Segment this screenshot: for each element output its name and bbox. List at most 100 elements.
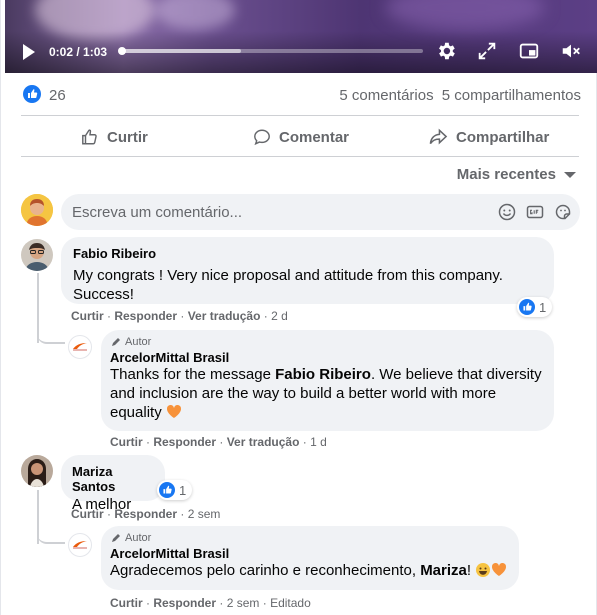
reply-timestamp[interactable]: 1 d xyxy=(310,435,327,449)
grinning-face-icon xyxy=(475,562,491,579)
divider xyxy=(21,115,579,116)
pencil-icon xyxy=(112,338,120,346)
video-time-total: 1:03 xyxy=(83,45,108,59)
commenter-avatar[interactable] xyxy=(21,455,53,487)
commenter-avatar[interactable] xyxy=(21,239,53,271)
reply-author-name[interactable]: ArcelorMittal Brasil xyxy=(110,546,510,561)
reply-actions: Curtir · Responder · Ver tradução · 1 d xyxy=(110,435,327,449)
reply-text-part: ! xyxy=(466,562,472,579)
volume-muted-icon[interactable] xyxy=(560,40,582,62)
reply-text-part: Agradecemos pelo carinho e reconheciment… xyxy=(110,562,421,579)
gif-icon[interactable] xyxy=(525,202,545,222)
user-photo-icon xyxy=(21,239,53,271)
shares-count-link[interactable]: 5 compartilhamentos xyxy=(442,87,581,104)
comments-count-link[interactable]: 5 comentários xyxy=(339,87,433,104)
thumbs-up-outline-icon xyxy=(82,129,97,145)
comment-sort-dropdown[interactable]: Mais recentes xyxy=(457,166,576,183)
video-time: 0:02 / 1:03 xyxy=(49,45,108,59)
comment-reaction-count[interactable]: 1 xyxy=(517,297,553,317)
comment-like-link[interactable]: Curtir xyxy=(71,309,104,323)
like-reaction-icon[interactable] xyxy=(23,85,41,103)
user-photo-icon xyxy=(21,455,53,487)
like-button[interactable]: Curtir xyxy=(81,124,148,150)
reply-timestamp[interactable]: 2 sem xyxy=(227,596,260,610)
comment-sort-label: Mais recentes xyxy=(456,166,556,183)
author-badge: Autor xyxy=(110,336,545,348)
reply-like-link[interactable]: Curtir xyxy=(110,596,143,610)
commenter-name[interactable]: Fabio Ribeiro xyxy=(73,246,542,261)
reply-reply-link[interactable]: Responder xyxy=(153,596,216,610)
comment-actions: Curtir · Responder · Ver tradução · 2 d xyxy=(71,309,288,323)
pencil-icon xyxy=(112,534,120,542)
author-badge: Autor xyxy=(110,532,510,544)
orange-heart-icon xyxy=(166,403,182,422)
reply-reply-link[interactable]: Responder xyxy=(153,435,216,449)
video-seek-handle[interactable] xyxy=(118,47,127,55)
comment-timestamp[interactable]: 2 sem xyxy=(188,507,221,521)
reply-author-avatar[interactable] xyxy=(68,335,92,359)
comment-reply-link[interactable]: Responder xyxy=(114,507,177,521)
post-stats: 26 5 comentários 5 compartilhamentos xyxy=(21,84,581,106)
reaction-count: 1 xyxy=(179,482,187,498)
commenter-name[interactable]: Mariza Santos xyxy=(72,464,154,494)
emoji-icon[interactable] xyxy=(497,202,517,222)
fullscreen-icon[interactable] xyxy=(476,40,498,62)
mentioned-user[interactable]: Fabio Ribeiro xyxy=(275,366,371,383)
reply-translate-link[interactable]: Ver tradução xyxy=(227,435,300,449)
comment-bubble: Mariza Santos A melhor xyxy=(61,455,165,513)
video-frame-highlight xyxy=(385,0,545,30)
share-arrow-icon xyxy=(429,128,448,145)
comment-reaction-count[interactable]: 1 xyxy=(157,480,193,500)
reply-author-avatar[interactable] xyxy=(68,533,92,557)
thumbs-up-icon xyxy=(28,89,38,98)
thread-connector xyxy=(37,530,65,544)
orange-heart-icon xyxy=(491,561,507,580)
post-stats-right: 5 comentários 5 compartilhamentos xyxy=(335,87,581,104)
like-button-label: Curtir xyxy=(107,128,148,146)
comment-input[interactable]: Escreva um comentário... xyxy=(61,194,580,230)
comment-text: My congrats ! Very nice proposal and att… xyxy=(73,267,503,303)
reply-author-name[interactable]: ArcelorMittal Brasil xyxy=(110,350,545,365)
reply-text: Agradecemos pelo carinho e reconheciment… xyxy=(110,561,510,580)
thumbs-up-icon xyxy=(523,302,532,311)
reply-text: Thanks for the message Fabio Ribeiro. We… xyxy=(110,365,545,422)
user-face-icon xyxy=(21,194,53,226)
share-button[interactable]: Compartilhar xyxy=(429,124,549,150)
comment-bubble: Fabio Ribeiro My congrats ! Very nice pr… xyxy=(61,237,554,304)
like-reaction-icon xyxy=(519,299,535,315)
mentioned-user[interactable]: Mariza xyxy=(420,562,467,579)
reply-bubble: Autor ArcelorMittal Brasil Agradecemos p… xyxy=(101,526,519,590)
comment-like-link[interactable]: Curtir xyxy=(71,507,104,521)
like-count[interactable]: 26 xyxy=(49,87,66,104)
share-button-label: Compartilhar xyxy=(456,128,550,146)
post-card: 0:02 / 1:03 26 5 comentários 5 compartil… xyxy=(0,0,597,615)
current-user-avatar[interactable] xyxy=(21,194,53,226)
like-reaction-icon xyxy=(159,482,175,498)
thumbs-up-icon xyxy=(163,485,172,494)
video-frame-highlight xyxy=(155,0,235,30)
reply-text-part: Thanks for the message xyxy=(110,366,276,383)
comment-input-placeholder: Escreva um comentário... xyxy=(72,204,243,221)
arcelormittal-logo-icon xyxy=(73,541,87,549)
caret-down-icon xyxy=(564,171,576,178)
thread-connector xyxy=(37,330,65,344)
reply-actions: Curtir · Responder · 2 sem · Editado xyxy=(110,596,311,610)
comment-actions: Curtir · Responder · 2 sem xyxy=(71,507,221,521)
reply-like-link[interactable]: Curtir xyxy=(110,435,143,449)
video-time-current: 0:02 xyxy=(49,45,74,59)
settings-gear-icon[interactable] xyxy=(435,40,457,62)
comment-translate-link[interactable]: Ver tradução xyxy=(188,309,261,323)
comment-bubble-icon xyxy=(254,129,270,146)
comment-timestamp[interactable]: 2 d xyxy=(271,309,288,323)
reaction-count: 1 xyxy=(539,299,547,315)
video-seek-bar[interactable] xyxy=(118,47,423,55)
author-badge-label: Autor xyxy=(125,532,152,544)
comment-button[interactable]: Comentar xyxy=(253,124,349,150)
sticker-icon[interactable] xyxy=(553,202,573,222)
play-icon[interactable] xyxy=(23,44,35,60)
video-player[interactable]: 0:02 / 1:03 xyxy=(5,0,597,73)
arcelormittal-logo-icon xyxy=(73,343,87,351)
comment-reply-link[interactable]: Responder xyxy=(114,309,177,323)
miniplayer-icon[interactable] xyxy=(518,40,540,62)
author-badge-label: Autor xyxy=(125,336,152,348)
